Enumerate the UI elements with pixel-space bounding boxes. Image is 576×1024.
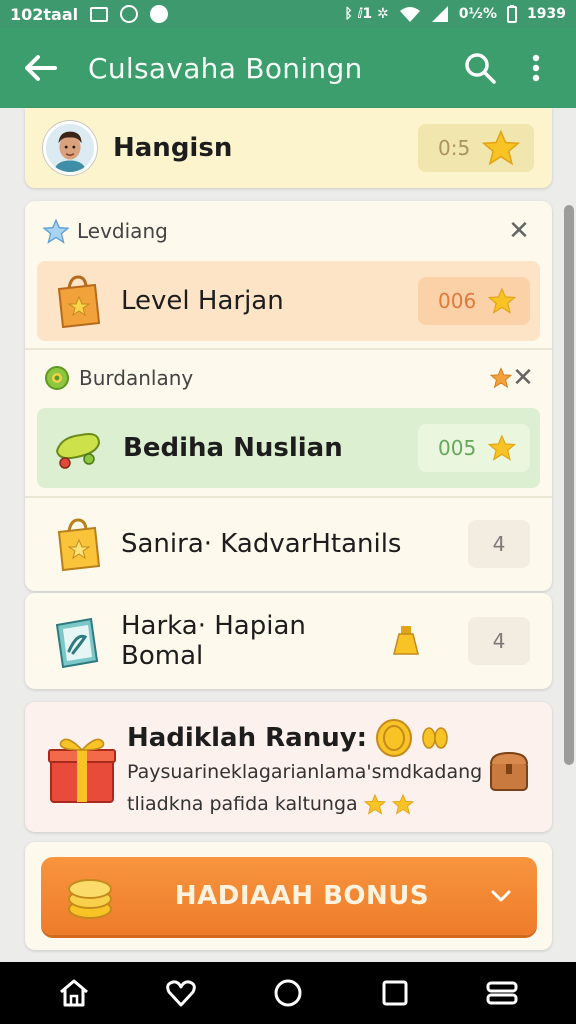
- star-icon: [482, 130, 520, 166]
- potion-icon: [393, 626, 419, 655]
- list-item-label: Level Harjan: [121, 286, 284, 316]
- home-button[interactable]: [44, 968, 104, 1018]
- star-icon: [488, 287, 516, 314]
- bonus-action-card: HADIAAH BONUS: [25, 842, 552, 950]
- back-arrow-icon: [25, 55, 57, 81]
- status-signal-text: ᛒ ⅈ1 ✲: [344, 6, 389, 22]
- search-icon: [465, 53, 496, 84]
- star-burst-icon: [490, 367, 512, 389]
- list-item-label: Bediha Nuslian: [123, 433, 343, 463]
- more-options-button[interactable]: [516, 48, 556, 88]
- bonus-title-row: Hadiklah Ranuy:: [127, 718, 449, 758]
- count-value: 4: [492, 532, 506, 556]
- section-label-levels: Levdiang: [77, 219, 168, 243]
- star-icon: [391, 793, 414, 815]
- signal-icon: [431, 6, 448, 22]
- section-header-levels: Levdiang ✕: [25, 211, 552, 251]
- avatar: [43, 121, 97, 175]
- bonus-description-row-2: tliadkna pafida kaltunga: [127, 788, 487, 820]
- star-icon: [488, 434, 516, 461]
- favorites-button[interactable]: [151, 968, 211, 1018]
- levels-card: Levdiang ✕ Level Harjan 006 Burdanlany ✕: [25, 201, 552, 591]
- circle-icon: [274, 979, 302, 1007]
- status-bar: 102taal ᛒ ⅈ1 ✲ 0½% 1939: [0, 0, 576, 28]
- stack-icon: [486, 981, 518, 1005]
- star-icon: [363, 793, 386, 815]
- divider: [25, 496, 552, 498]
- treasure-chest-icon[interactable]: [488, 750, 530, 792]
- recents-button[interactable]: [365, 968, 425, 1018]
- points-badge: 005: [418, 424, 530, 472]
- profile-points-badge: 0:5: [418, 124, 534, 172]
- battery-percent: 0½%: [458, 6, 498, 22]
- bonus-description: Paysuarineklagarianlama'smdkadang tliadk…: [127, 756, 487, 820]
- section-label-budget: Burdanlany: [79, 366, 194, 390]
- bonus-button[interactable]: HADIAAH BONUS: [41, 857, 537, 935]
- profile-points: 0:5: [438, 136, 471, 160]
- blue-star-icon: [43, 218, 69, 244]
- points-badge: 006: [418, 277, 530, 325]
- profile-card[interactable]: Hangisn 0:5: [25, 108, 552, 188]
- coins-small-icon: [422, 727, 448, 749]
- list-item-level[interactable]: Level Harjan 006: [37, 261, 540, 341]
- list-item-label: Sanira· KadvarHtanils: [121, 529, 402, 559]
- bonus-button-label: HADIAAH BONUS: [174, 881, 430, 911]
- list-item-budget-2[interactable]: Sanira· KadvarHtanils 4: [37, 504, 540, 584]
- clipboard-icon: [55, 617, 99, 669]
- bonus-description-line-2: tliadkna pafida kaltunga: [127, 793, 358, 815]
- points-value: 005: [438, 436, 477, 460]
- scrollbar[interactable]: [564, 205, 574, 765]
- bonus-description-line-1: Paysuarineklagarianlama'smdkadang: [127, 761, 483, 783]
- divider: [25, 348, 552, 350]
- more-vertical-icon: [532, 54, 540, 82]
- page-title: Culsavaha Boningn: [88, 51, 363, 85]
- back-button[interactable]: [20, 48, 60, 88]
- chevron-down-icon: [491, 890, 511, 902]
- list-item-budget-3[interactable]: Harka· Hapian Bomal 4: [25, 593, 552, 689]
- system-home-button[interactable]: [258, 968, 318, 1018]
- system-nav-bar: [0, 962, 576, 1024]
- app-bar: Culsavaha Boningn: [0, 28, 576, 108]
- home-icon: [59, 979, 88, 1007]
- notification-icon: [150, 5, 169, 23]
- points-value: 006: [438, 289, 477, 313]
- section-header-budget: Burdanlany ✕: [25, 358, 552, 398]
- list-item-row: Harka· Hapian Bomal 4: [37, 601, 540, 681]
- coin-stack-icon: [68, 879, 112, 919]
- list-item-budget-1[interactable]: Bediha Nuslian 005: [37, 408, 540, 488]
- count-value: 4: [492, 629, 506, 653]
- profile-name: Hangisn: [113, 133, 233, 163]
- count-badge: 4: [468, 520, 530, 568]
- bonus-title: Hadiklah Ranuy:: [127, 723, 368, 753]
- menu-button[interactable]: [472, 968, 532, 1018]
- close-icon[interactable]: ✕: [504, 216, 534, 246]
- bonus-card[interactable]: Hadiklah Ranuy: Paysuarineklagarianlama'…: [25, 702, 552, 832]
- sync-icon: [120, 5, 139, 23]
- close-icon[interactable]: ✕: [512, 363, 534, 393]
- coin-icon: [376, 719, 413, 757]
- square-icon: [382, 980, 408, 1006]
- status-clock: 1939: [527, 6, 566, 22]
- search-button[interactable]: [460, 48, 500, 88]
- wifi-icon: [399, 7, 420, 22]
- status-time: 102taal: [10, 4, 79, 24]
- shopping-bag-icon: [57, 518, 101, 572]
- battery-icon: [507, 5, 518, 23]
- green-badge-icon: [45, 366, 69, 390]
- shopping-bag-icon: [57, 275, 101, 329]
- list-item-label: Harka· Hapian Bomal: [121, 611, 306, 671]
- count-badge: 4: [468, 617, 530, 665]
- skateboard-icon: [55, 433, 101, 469]
- gift-box-icon: [48, 738, 116, 803]
- user-avatar-icon: [46, 124, 94, 172]
- image-icon: [90, 6, 109, 22]
- heart-icon: [165, 980, 196, 1007]
